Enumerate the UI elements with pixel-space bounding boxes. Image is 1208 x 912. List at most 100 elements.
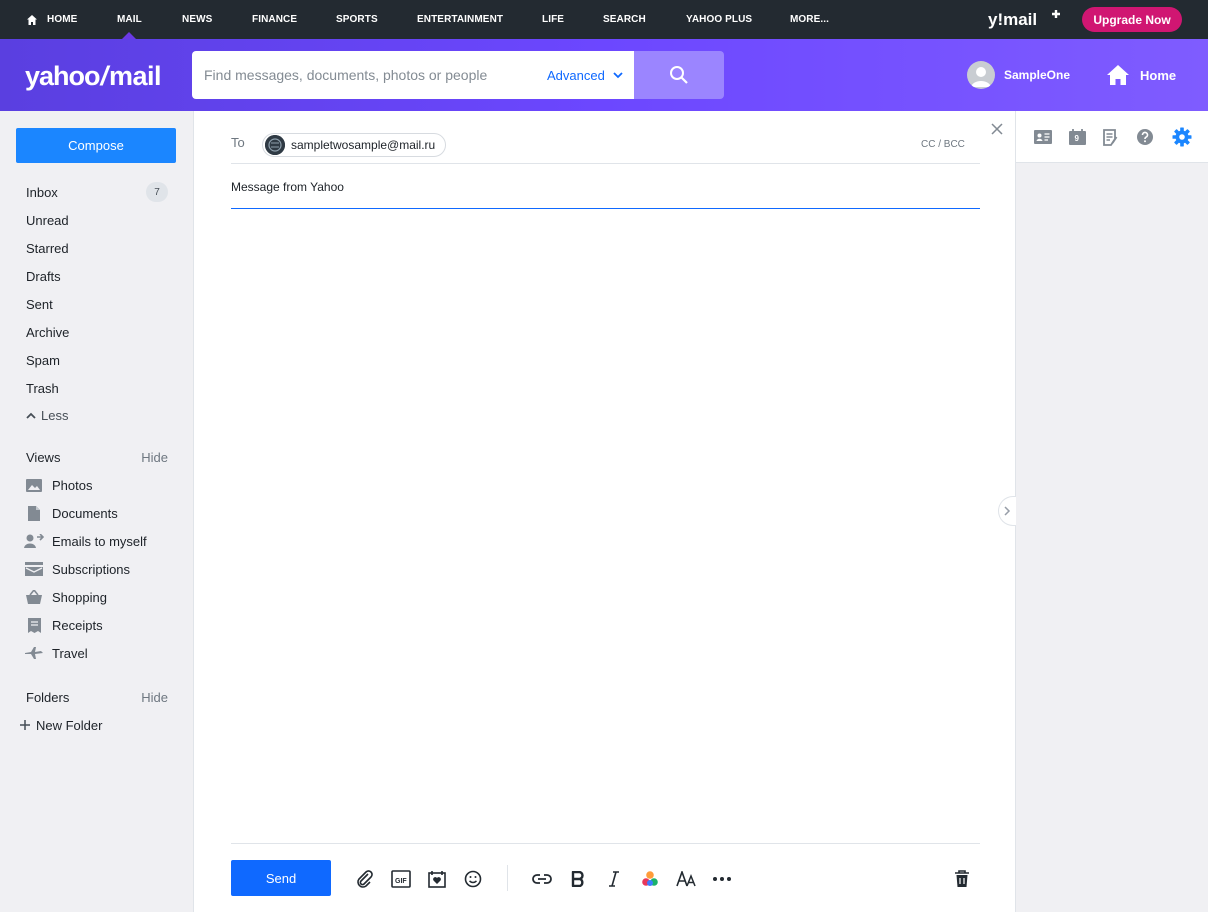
svg-text:y!mail: y!mail: [988, 10, 1037, 29]
gear-icon: [1172, 127, 1192, 147]
gif-icon: GIF: [391, 870, 411, 888]
nav-finance[interactable]: FINANCE: [252, 0, 297, 39]
to-label: To: [231, 135, 245, 150]
logo-mail-text: mail: [109, 60, 162, 91]
nav-sports[interactable]: SPORTS: [336, 0, 378, 39]
italic-icon: [609, 871, 619, 887]
folder-unread[interactable]: Unread: [26, 209, 176, 231]
folder-label: Spam: [26, 352, 60, 368]
compose-button[interactable]: Compose: [16, 128, 176, 163]
nav-yahoo-plus-label: YAHOO PLUS: [686, 14, 753, 25]
folder-archive[interactable]: Archive: [26, 321, 176, 343]
attach-file-button[interactable]: [353, 867, 377, 891]
search-input[interactable]: [204, 64, 534, 86]
nav-more[interactable]: MORE...: [790, 0, 829, 39]
view-label: Documents: [52, 505, 118, 521]
chevron-right-icon: [1004, 506, 1011, 516]
new-folder-button[interactable]: New Folder: [20, 714, 102, 736]
attach-icon: [357, 870, 373, 888]
less-toggle[interactable]: Less: [26, 404, 68, 426]
folder-trash[interactable]: Trash: [26, 377, 176, 399]
nav-mail[interactable]: MAIL: [117, 0, 142, 39]
delete-draft-icon: [955, 870, 969, 887]
folder-sent[interactable]: Sent: [26, 293, 176, 315]
folder-label: Starred: [26, 240, 69, 256]
toolbar-divider: [231, 843, 980, 844]
avatar: [967, 61, 995, 89]
home-icon: [1107, 65, 1129, 85]
travel-icon: [24, 645, 44, 661]
toolbar-separator: [507, 865, 508, 891]
folders-hide-button[interactable]: Hide: [141, 690, 168, 705]
view-subscriptions[interactable]: Subscriptions: [24, 558, 184, 580]
folder-drafts[interactable]: Drafts: [26, 265, 176, 287]
view-emails-to-myself[interactable]: Emails to myself: [24, 530, 184, 552]
subject-field[interactable]: [231, 177, 931, 197]
yahoo-mail-logo[interactable]: yahoo / mail: [25, 60, 162, 91]
folder-spam[interactable]: Spam: [26, 349, 176, 371]
more-icon: [713, 877, 731, 881]
view-documents[interactable]: Documents: [24, 502, 184, 524]
nav-home[interactable]: HOME: [26, 0, 77, 39]
views-hide-button[interactable]: Hide: [141, 450, 168, 465]
search-bar: Advanced: [192, 51, 634, 99]
yahoo-mail-plus-icon: y!mail: [988, 10, 1060, 29]
folder-label: Trash: [26, 380, 59, 396]
nav-entertainment[interactable]: ENTERTAINMENT: [417, 0, 503, 39]
settings-button[interactable]: [1172, 127, 1192, 147]
text-color-button[interactable]: [638, 867, 662, 891]
views-section-header: Views Hide: [26, 446, 168, 468]
nav-life[interactable]: LIFE: [542, 0, 564, 39]
stationery-icon: [428, 871, 446, 888]
view-shopping[interactable]: Shopping: [24, 586, 184, 608]
emoji-button[interactable]: [461, 867, 485, 891]
svg-text:GIF: GIF: [395, 878, 407, 885]
view-label: Receipts: [52, 617, 103, 633]
folder-inbox[interactable]: Inbox 7: [26, 181, 176, 203]
nav-search[interactable]: SEARCH: [603, 0, 646, 39]
cc-bcc-toggle[interactable]: CC / BCC: [921, 139, 965, 150]
insert-gif-button[interactable]: GIF: [389, 867, 413, 891]
more-options-button[interactable]: [710, 867, 734, 891]
view-receipts[interactable]: Receipts: [24, 614, 184, 636]
search-icon: [670, 66, 688, 84]
font-size-button[interactable]: [674, 867, 698, 891]
view-travel[interactable]: Travel: [24, 642, 184, 664]
view-photos[interactable]: Photos: [24, 474, 184, 496]
notepad-button[interactable]: [1101, 127, 1121, 147]
folder-starred[interactable]: Starred: [26, 237, 176, 259]
view-label: Shopping: [52, 589, 107, 605]
folder-label: Drafts: [26, 268, 61, 284]
calendar-icon: 9: [1068, 129, 1086, 145]
message-body-editor[interactable]: [231, 217, 980, 837]
upgrade-now-button[interactable]: Upgrade Now: [1082, 7, 1182, 32]
italic-button[interactable]: [602, 867, 626, 891]
home-link[interactable]: Home: [1106, 60, 1176, 90]
folder-label: Sent: [26, 296, 53, 312]
nav-sports-label: SPORTS: [336, 14, 378, 25]
calendar-button[interactable]: 9: [1067, 127, 1087, 147]
right-rail-toolbar: 9: [1016, 111, 1208, 163]
contacts-button[interactable]: [1033, 127, 1053, 147]
nav-news[interactable]: NEWS: [182, 0, 212, 39]
search-button[interactable]: [634, 51, 724, 99]
insert-link-button[interactable]: [530, 867, 554, 891]
help-button[interactable]: [1135, 127, 1155, 147]
user-icon: [971, 67, 991, 87]
stationery-button[interactable]: [425, 867, 449, 891]
recipient-chip[interactable]: sampletwosample@mail.ru: [262, 133, 447, 157]
right-rail: 9: [1015, 111, 1208, 912]
user-name: SampleOne: [1004, 68, 1071, 82]
view-label: Photos: [52, 477, 93, 493]
close-icon[interactable]: [990, 122, 1004, 136]
yahoo-mail-plus-logo[interactable]: y!mail: [988, 8, 1064, 30]
user-profile-menu[interactable]: SampleOne: [967, 60, 1070, 90]
logo-slash-text: /: [100, 60, 109, 91]
nav-yahoo-plus[interactable]: YAHOO PLUS: [686, 0, 752, 39]
delete-draft-button[interactable]: [950, 867, 974, 891]
compose-panel: To sampletwosample@mail.ru CC / BCC Send…: [193, 111, 1015, 912]
shopping-icon: [24, 589, 44, 605]
advanced-search-toggle[interactable]: Advanced: [547, 66, 623, 84]
send-button[interactable]: Send: [231, 860, 331, 896]
bold-button[interactable]: [566, 867, 590, 891]
